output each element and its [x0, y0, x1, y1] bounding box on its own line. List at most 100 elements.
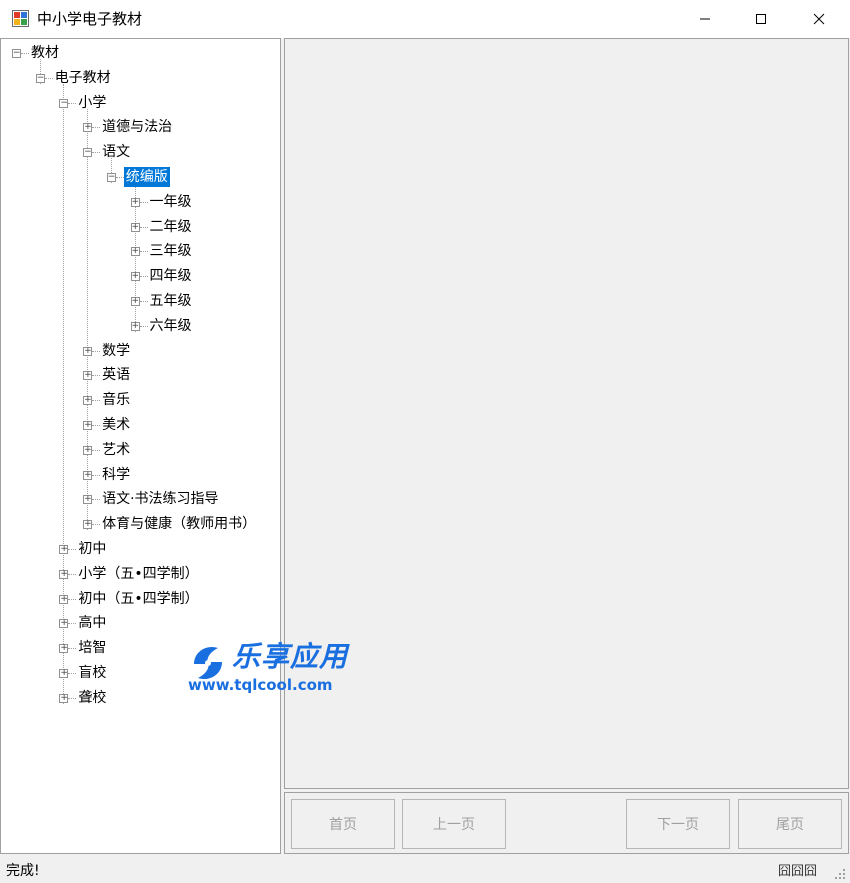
- status-text: 完成!: [6, 863, 40, 879]
- tree-node-label: 教材: [31, 45, 59, 61]
- tree-node[interactable]: − 统编版: [1, 167, 280, 187]
- collapse-icon[interactable]: −: [12, 49, 21, 58]
- tree-node[interactable]: + 初中（五•四学制）: [1, 589, 280, 609]
- tree-connector-line: [139, 276, 148, 278]
- tree-node-label: 六年级: [149, 317, 192, 334]
- next-page-button[interactable]: 下一页: [626, 799, 730, 849]
- tree-connector-line: [68, 673, 77, 674]
- tree-node[interactable]: + 小学（五•四学制）: [1, 564, 280, 584]
- tree-node[interactable]: + 艺术: [1, 440, 280, 460]
- app-icon: [12, 10, 29, 27]
- expand-icon[interactable]: +: [59, 594, 69, 604]
- tree-node-label: 艺术: [102, 441, 131, 458]
- tree-node-label: 二年级: [149, 218, 192, 235]
- tree-connector-line: [139, 201, 148, 203]
- tree-node[interactable]: + 科学: [1, 465, 280, 485]
- window-title: 中小学电子教材: [37, 10, 143, 28]
- tree-connector-line: [92, 350, 101, 352]
- tree-connector-line: [92, 375, 101, 377]
- tree-node[interactable]: + 道德与法治: [1, 117, 280, 137]
- prev-page-button[interactable]: 上一页: [402, 799, 506, 849]
- tree-node[interactable]: − 电子教材: [1, 68, 280, 88]
- collapse-icon[interactable]: −: [106, 173, 116, 182]
- tree-node-label: 初中（五•四学制）: [78, 590, 199, 607]
- tree-connector-line: [68, 623, 77, 625]
- tree-node[interactable]: + 体育与健康（教师用书）: [1, 514, 280, 534]
- tree-node-label: 高中: [78, 615, 107, 632]
- expand-icon[interactable]: +: [59, 644, 69, 654]
- expand-icon[interactable]: +: [130, 272, 140, 282]
- last-page-button[interactable]: 尾页: [738, 799, 842, 849]
- collapse-icon[interactable]: −: [35, 73, 45, 83]
- watermark: 乐享应用 www.tqlcool.com: [188, 640, 363, 698]
- expand-icon[interactable]: +: [59, 619, 69, 629]
- expand-icon[interactable]: +: [83, 520, 93, 530]
- tree-node[interactable]: + 三年级: [1, 241, 280, 261]
- tree-connector-line: [92, 127, 101, 129]
- minimize-button[interactable]: [676, 0, 734, 38]
- tree-connector-line: [92, 152, 101, 154]
- expand-icon[interactable]: +: [130, 197, 140, 207]
- first-page-button[interactable]: 首页: [291, 799, 395, 849]
- tree-connector-line: [68, 697, 77, 699]
- expand-icon[interactable]: +: [59, 545, 69, 554]
- watermark-title: 乐享应用: [232, 640, 349, 673]
- tree-connector-line: [115, 177, 124, 178]
- tree-connector-line: [139, 226, 148, 228]
- expand-icon[interactable]: +: [83, 123, 93, 133]
- tree-node-label: 聋校: [78, 689, 107, 706]
- collapse-icon[interactable]: −: [59, 98, 69, 108]
- expand-icon[interactable]: +: [83, 371, 93, 381]
- tree-node[interactable]: + 六年级: [1, 316, 280, 336]
- maximize-button[interactable]: [732, 0, 790, 38]
- tree-node[interactable]: + 五年级: [1, 291, 280, 311]
- tree-node[interactable]: + 语文·书法练习指导: [1, 489, 280, 509]
- tree-node-label: 体育与健康（教师用书）: [102, 516, 257, 533]
- collapse-icon[interactable]: −: [83, 148, 93, 158]
- tree-connector-line: [92, 474, 101, 476]
- status-bar: 完成! 囧囧囧: [0, 856, 850, 883]
- expand-icon[interactable]: +: [83, 470, 93, 480]
- close-button[interactable]: [790, 0, 848, 38]
- tree-node[interactable]: + 一年级: [1, 192, 280, 212]
- tree-node-label: 音乐: [102, 392, 131, 409]
- expand-icon[interactable]: +: [83, 445, 93, 455]
- tree-node[interactable]: + 高中: [1, 613, 280, 633]
- expand-icon[interactable]: +: [130, 222, 140, 232]
- tree-connector-line: [139, 301, 148, 302]
- tree-node[interactable]: + 音乐: [1, 390, 280, 410]
- tree-node[interactable]: + 初中: [1, 539, 280, 559]
- expand-icon[interactable]: +: [83, 421, 93, 430]
- expand-icon[interactable]: +: [130, 297, 140, 306]
- tree-connector-line: [21, 53, 29, 54]
- tree-node[interactable]: + 美术: [1, 415, 280, 435]
- tree-node-label: 盲校: [78, 665, 107, 681]
- textbook-tree[interactable]: − 教材 − 电子教材 − 小学 + 道德与法治 − 语文 − 统编版 + 一年级 + 二年级 + 三年级 + 四年级…: [0, 38, 281, 854]
- tree-connector-line: [44, 77, 53, 79]
- expand-icon[interactable]: +: [83, 396, 93, 406]
- resize-grip-icon[interactable]: [832, 866, 846, 880]
- tree-node[interactable]: − 小学: [1, 93, 280, 113]
- tree-node[interactable]: + 英语: [1, 365, 280, 385]
- expand-icon[interactable]: +: [130, 321, 140, 331]
- expand-icon[interactable]: +: [83, 495, 93, 505]
- tree-node[interactable]: − 语文: [1, 142, 280, 162]
- tree-node-label: 三年级: [149, 243, 192, 260]
- tree-node-label: 科学: [102, 466, 131, 483]
- expand-icon[interactable]: +: [130, 247, 140, 257]
- tree-node[interactable]: − 教材: [1, 43, 280, 63]
- tree-node[interactable]: + 数学: [1, 341, 280, 361]
- tree-connector-line: [92, 425, 101, 426]
- tree-connector-line: [139, 325, 148, 327]
- watermark-url: www.tqlcool.com: [188, 676, 333, 694]
- minimize-icon: [700, 18, 710, 20]
- expand-icon[interactable]: +: [59, 693, 69, 703]
- expand-icon[interactable]: +: [59, 669, 69, 678]
- expand-icon[interactable]: +: [59, 569, 69, 579]
- tree-node[interactable]: + 四年级: [1, 266, 280, 286]
- tree-connector-line: [92, 499, 101, 501]
- tree-node-label: 语文: [102, 144, 131, 161]
- tree-node[interactable]: + 二年级: [1, 217, 280, 237]
- close-icon: [813, 13, 825, 25]
- expand-icon[interactable]: +: [83, 346, 93, 356]
